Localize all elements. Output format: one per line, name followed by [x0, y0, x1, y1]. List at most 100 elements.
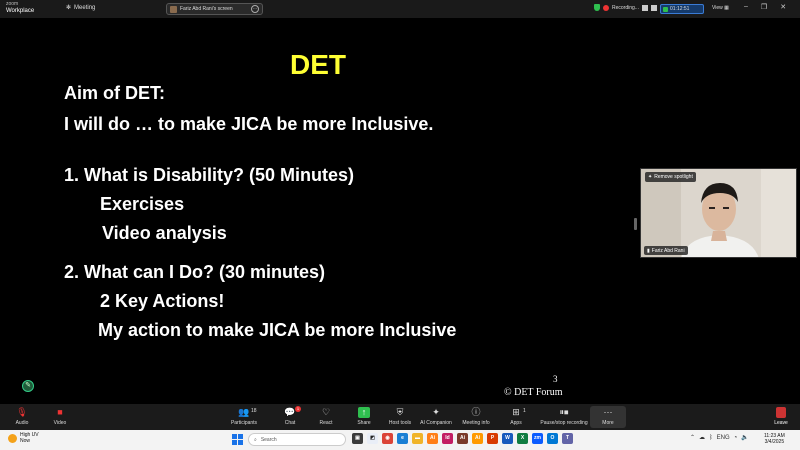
slide-line-aim: Aim of DET:	[64, 83, 165, 103]
slide-line-exercises: Exercises	[100, 194, 185, 214]
pause-recording-label: Pause/stop recording	[540, 420, 588, 426]
apps-count: 1	[523, 408, 526, 414]
file-explorer-icon[interactable]: ▬	[412, 433, 423, 444]
system-tray: ⌃ ☁ ᛒ ENG ◔ 🔈	[690, 434, 749, 442]
sun-icon	[8, 433, 17, 443]
meeting-info-label: Meeting info	[462, 420, 490, 426]
language-indicator[interactable]: ENG	[717, 435, 730, 441]
remove-spotlight-button[interactable]: ✦ Remove spotlight	[645, 172, 696, 182]
signal-icon: ▮	[647, 247, 650, 254]
meeting-timer: 01:12:51	[660, 4, 704, 14]
info-icon: ⓘ	[471, 407, 481, 417]
zoom-icon[interactable]: zm	[532, 433, 543, 444]
ai-companion-button[interactable]: ✦ AI Companion	[414, 407, 458, 426]
teams-icon[interactable]: T	[562, 433, 573, 444]
slide-title: DET	[290, 49, 346, 80]
more-button[interactable]: ⋯ More	[586, 407, 630, 426]
sparkle-icon: ✦	[432, 407, 440, 417]
slide-line-video: Video analysis	[102, 223, 227, 243]
slide-footer: © DET Forum	[504, 387, 563, 398]
people-icon: 👥	[238, 407, 250, 417]
share-label: Share	[357, 420, 371, 426]
pin-icon: ✦	[648, 174, 653, 180]
panel-resize-handle[interactable]	[634, 218, 637, 230]
screen-share-indicator[interactable]: Fariz Abd Rani's screen ⋯	[166, 3, 263, 15]
bluetooth-icon[interactable]: ᛒ	[709, 435, 713, 441]
video-button[interactable]: ■ Video	[38, 407, 82, 426]
brand-bottom: Workplace	[6, 8, 35, 14]
participant-name: Fariz Abd Rani	[651, 247, 685, 254]
pause-icon[interactable]	[641, 4, 648, 11]
participants-count: 18	[251, 408, 257, 414]
minimize-button[interactable]: –	[744, 3, 748, 11]
react-label: React	[319, 420, 333, 426]
participants-label: Participants	[230, 420, 258, 426]
participant-name-tag: ▮ Fariz Abd Rani	[644, 246, 688, 255]
taskbar-search[interactable]: ⌕ Search	[248, 433, 346, 446]
paw-icon: ✻	[66, 5, 72, 11]
search-icon: ⌕	[254, 436, 257, 443]
shared-slide: DET Aim of DET: I will do … to make JICA…	[10, 19, 626, 404]
chrome-icon[interactable]: ◉	[382, 433, 393, 444]
meeting-toolbar: 🎙 Audio ■ Video 👥 18 Participants 💬 1 Ch…	[0, 404, 800, 430]
word-icon[interactable]: W	[502, 433, 513, 444]
more-options-icon[interactable]: ⋯	[251, 5, 259, 13]
weather-widget[interactable]: High UV Now	[8, 432, 39, 444]
video-label: Video	[53, 420, 67, 426]
ai-app-icon[interactable]: Ai	[457, 433, 468, 444]
annotate-pencil-icon[interactable]: ✎	[22, 380, 34, 392]
more-dots-icon: ⋯	[603, 407, 613, 417]
powerpoint-icon[interactable]: P	[487, 433, 498, 444]
slide-page-number: 3	[553, 374, 558, 384]
grid-icon: ▦	[724, 5, 729, 11]
stop-icon[interactable]	[650, 4, 657, 11]
meeting-info-button[interactable]: ⓘ Meeting info	[454, 407, 498, 426]
close-button[interactable]: ✕	[780, 3, 786, 11]
secure-icon	[663, 6, 668, 12]
slide-line-actions: 2 Key Actions!	[100, 291, 225, 311]
chat-label: Chat	[284, 420, 296, 426]
apps-icon: ⊞	[512, 407, 520, 417]
windows-start-icon[interactable]	[232, 434, 243, 445]
remove-spotlight-label: Remove spotlight	[654, 174, 693, 180]
excel-icon[interactable]: X	[517, 433, 528, 444]
maximize-button[interactable]: ❐	[761, 3, 767, 11]
window-controls: – ❐ ✕	[744, 3, 786, 11]
view-button[interactable]: View ▦	[712, 5, 729, 11]
illustrator-icon[interactable]: Ai	[427, 433, 438, 444]
weather-sub: Now	[20, 438, 31, 444]
recording-status: Recording...	[594, 4, 657, 11]
windows-taskbar: High UV Now ⌕ Search ▣ ◩ ◉ e ▬ Ai Id Ai …	[0, 430, 800, 450]
leave-button[interactable]: Leave	[770, 407, 792, 426]
view-label: View	[712, 5, 723, 11]
shield-icon: ⛨	[396, 407, 404, 417]
indesign-icon[interactable]: Id	[442, 433, 453, 444]
participant-video[interactable]: ✦ Remove spotlight ▮ Fariz Abd Rani	[640, 168, 797, 258]
speaker-icon[interactable]: 🔈	[741, 434, 748, 441]
meeting-menu[interactable]: ✻ Meeting	[66, 4, 96, 12]
onedrive-icon[interactable]: ☁	[699, 434, 705, 441]
participants-button[interactable]: 👥 18 Participants	[222, 407, 266, 426]
clock-date: 3/4/2025	[764, 439, 785, 445]
taskbar-clock[interactable]: 11:23 AM 3/4/2025	[764, 433, 785, 445]
chevron-up-icon[interactable]: ⌃	[690, 434, 695, 441]
chat-badge: 1	[295, 406, 301, 412]
outlook-icon[interactable]: O	[547, 433, 558, 444]
heart-icon: ♡	[321, 407, 331, 417]
apps-label: Apps	[510, 420, 522, 426]
widgets-icon[interactable]: ◩	[367, 433, 378, 444]
pause-stop-icon: ⏸⏹	[559, 407, 569, 417]
recording-label: Recording...	[612, 4, 639, 11]
task-view-icon[interactable]: ▣	[352, 433, 363, 444]
pause-stop-recording-button[interactable]: ⏸⏹ Pause/stop recording	[536, 407, 592, 426]
apps-button[interactable]: ⊞ 1 Apps	[494, 407, 538, 426]
leave-label: Leave	[774, 420, 788, 426]
zoom-titlebar: zoom Workplace ✻ Meeting Fariz Abd Rani'…	[0, 0, 800, 18]
illustrator-alt-icon[interactable]: Ai	[472, 433, 483, 444]
audio-label: Audio	[15, 420, 29, 426]
edge-icon[interactable]: e	[397, 433, 408, 444]
share-up-icon: ↑	[358, 407, 370, 418]
meeting-label: Meeting	[74, 4, 96, 11]
timer-value: 01:12:51	[670, 6, 690, 12]
wifi-icon[interactable]: ◔	[734, 435, 738, 441]
